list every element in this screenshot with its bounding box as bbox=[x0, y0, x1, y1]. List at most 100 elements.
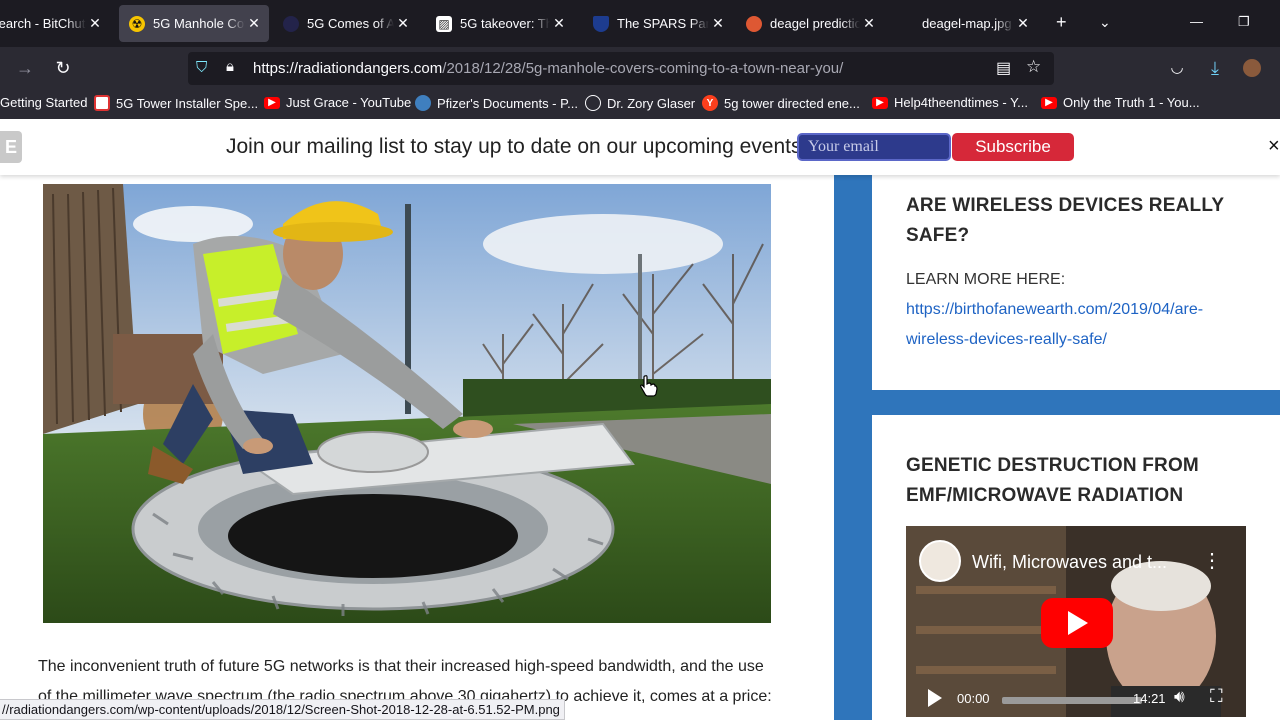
close-tab-icon[interactable]: ✕ bbox=[711, 15, 725, 32]
more-options-icon[interactable]: ⋮ bbox=[1202, 548, 1222, 573]
tab-strip: Search - BitChute ✕ ☢ 5G Manhole Covers … bbox=[0, 0, 1280, 47]
address-bar[interactable]: ⛉ 🔒︎ https://radiationdangers.com/2018/1… bbox=[188, 52, 1054, 85]
birthofanewearth-link[interactable]: https://birthofanewearth.com/2019/04/are… bbox=[906, 295, 1246, 355]
link-line[interactable]: https://birthofanewearth.com/2019/04/are… bbox=[906, 295, 1246, 325]
mailing-list-bar: E Join our mailing list to stay up to da… bbox=[0, 119, 1280, 175]
globe-icon bbox=[585, 95, 601, 111]
play-icon bbox=[1068, 611, 1088, 635]
video-controls: 00:00 14:21 🔊︎ ⛶ bbox=[906, 681, 1246, 717]
forward-icon[interactable]: → bbox=[14, 57, 36, 79]
youtube-video-player[interactable]: Wifi, Microwaves and t... ⋮ 00:00 14:21 … bbox=[906, 526, 1246, 717]
bookmark-label: 5G Tower Installer Spe... bbox=[116, 95, 259, 111]
close-tab-icon[interactable]: ✕ bbox=[1016, 15, 1030, 32]
youtube-icon: ▶ bbox=[264, 96, 280, 109]
widget-title-line: GENETIC DESTRUCTION FROM bbox=[906, 455, 1199, 476]
tab-title: 5G Manhole Covers bbox=[153, 16, 245, 31]
radiation-icon: ☢ bbox=[129, 15, 145, 32]
navigation-toolbar: → ↻ ⛉ 🔒︎ https://radiationdangers.com/20… bbox=[0, 47, 1280, 89]
widget-title: GENETIC DESTRUCTION FROM EMF/MICROWAVE R… bbox=[906, 451, 1199, 511]
learn-more-label: LEARN MORE HERE: bbox=[906, 271, 1066, 288]
tab-5g-comes-of-age[interactable]: 5G Comes of Age ✕ bbox=[279, 5, 416, 42]
tracking-shield-icon[interactable]: ⛉ bbox=[196, 59, 207, 76]
shield-icon bbox=[593, 15, 609, 32]
close-tab-icon[interactable]: ✕ bbox=[247, 15, 261, 32]
fullscreen-icon[interactable]: ⛶ bbox=[1210, 686, 1223, 707]
web-page: E Join our mailing list to stay up to da… bbox=[0, 119, 1280, 720]
duration: 14:21 bbox=[1133, 691, 1166, 706]
bookmark-item[interactable]: ▶ Just Grace - YouTube bbox=[264, 95, 411, 110]
youtube-icon: ▶ bbox=[872, 96, 888, 109]
site-icon bbox=[283, 15, 299, 32]
play-control-icon[interactable] bbox=[928, 689, 942, 707]
tab-bitchute-search[interactable]: Search - BitChute ✕ bbox=[0, 5, 108, 42]
widget-wireless-safety: ARE WIRELESS DEVICES REALLY SAFE? LEARN … bbox=[872, 175, 1280, 390]
url-text[interactable]: https://radiationdangers.com/2018/12/28/… bbox=[253, 60, 843, 77]
reader-view-icon[interactable]: ▤ bbox=[996, 58, 1011, 78]
image-icon: ▨ bbox=[436, 15, 452, 32]
seek-bar[interactable] bbox=[1002, 697, 1142, 704]
widget-title-line: SAFE? bbox=[906, 225, 970, 246]
bookmark-item[interactable]: Dr. Zory Glaser bbox=[585, 95, 695, 111]
account-avatar-icon[interactable] bbox=[1243, 59, 1261, 77]
subscribe-button[interactable]: Subscribe bbox=[952, 133, 1074, 161]
widget-title: ARE WIRELESS DEVICES REALLY SAFE? bbox=[906, 191, 1224, 251]
downloads-icon[interactable]: ⤓ bbox=[1204, 57, 1226, 79]
link-line[interactable]: wireless-devices-really-safe/ bbox=[906, 325, 1246, 355]
close-tab-icon[interactable]: ✕ bbox=[552, 15, 566, 32]
bookmark-item[interactable]: Y 5g tower directed ene... bbox=[702, 95, 860, 111]
manhole-worker-illustration bbox=[43, 184, 771, 623]
yandex-icon: Y bbox=[702, 95, 718, 111]
close-tab-icon[interactable]: ✕ bbox=[88, 15, 102, 32]
reload-icon[interactable]: ↻ bbox=[52, 57, 74, 79]
volume-icon[interactable]: 🔊︎ bbox=[1174, 687, 1185, 707]
widget-title-line: EMF/MICROWAVE RADIATION bbox=[906, 485, 1184, 506]
url-path: /2018/12/28/5g-manhole-covers-coming-to-… bbox=[442, 60, 844, 77]
lock-icon[interactable]: 🔒︎ bbox=[226, 58, 234, 75]
pocket-icon[interactable]: ◡ bbox=[1166, 57, 1188, 79]
bookmark-label: Getting Started bbox=[0, 95, 88, 110]
tab-title: The SPARS Pandemic bbox=[617, 16, 709, 31]
close-tab-icon[interactable]: ✕ bbox=[862, 15, 876, 32]
bookmark-item[interactable]: Pfizer's Documents - P... bbox=[415, 95, 578, 111]
close-icon[interactable]: × bbox=[1268, 135, 1280, 158]
bookmark-star-icon[interactable]: ☆ bbox=[1026, 57, 1041, 77]
bookmark-item[interactable]: 5G Tower Installer Spe... bbox=[94, 95, 258, 111]
url-host: https://radiationdangers.com bbox=[253, 60, 443, 77]
tab-title: Search - BitChute bbox=[0, 16, 86, 31]
tab-spars-pandemic[interactable]: The SPARS Pandemic ✕ bbox=[589, 5, 731, 42]
current-time: 00:00 bbox=[957, 691, 990, 706]
minimize-icon[interactable]: — bbox=[1190, 14, 1203, 29]
tab-5g-takeover[interactable]: ▨ 5G takeover: The ✕ bbox=[432, 5, 572, 42]
bookmark-item[interactable]: Getting Started bbox=[0, 95, 87, 110]
bookmarks-toolbar: Getting Started 5G Tower Installer Spe..… bbox=[0, 89, 1280, 119]
tab-title: 5G Comes of Age bbox=[307, 16, 394, 31]
video-title[interactable]: Wifi, Microwaves and t... bbox=[972, 552, 1167, 573]
tab-title: deagel prediction bbox=[770, 16, 860, 31]
bookmark-label: Just Grace - YouTube bbox=[286, 95, 412, 110]
bookmark-item[interactable]: ▶ Only the Truth 1 - You... bbox=[1041, 95, 1200, 110]
globe-icon bbox=[415, 95, 431, 111]
tab-deagel-prediction[interactable]: deagel prediction ✕ bbox=[742, 5, 882, 42]
tab-title: 5G takeover: The bbox=[460, 16, 550, 31]
tab-deagel-map[interactable]: deagel-map.jpg ✕ bbox=[900, 5, 1036, 42]
email-field[interactable]: Your email bbox=[797, 133, 951, 161]
bookmark-label: Dr. Zory Glaser bbox=[607, 95, 696, 111]
restore-icon[interactable]: ❐ bbox=[1238, 14, 1250, 30]
close-tab-icon[interactable]: ✕ bbox=[396, 15, 410, 32]
article-line: The inconvenient truth of future 5G netw… bbox=[38, 658, 764, 675]
duckduckgo-icon bbox=[746, 15, 762, 32]
widget-title-line: ARE WIRELESS DEVICES REALLY bbox=[906, 195, 1225, 216]
tab-5g-manhole-covers[interactable]: ☢ 5G Manhole Covers ✕ bbox=[119, 5, 269, 42]
bookmark-label: 5g tower directed ene... bbox=[724, 95, 860, 111]
article-image[interactable] bbox=[43, 184, 771, 623]
link-status-bar: //radiationdangers.com/wp-content/upload… bbox=[0, 699, 565, 720]
channel-avatar[interactable] bbox=[919, 540, 961, 582]
widget-genetic-destruction: GENETIC DESTRUCTION FROM EMF/MICROWAVE R… bbox=[872, 415, 1280, 720]
youtube-icon: ▶ bbox=[1041, 96, 1057, 109]
site-logo-icon: E bbox=[0, 131, 22, 163]
new-tab-icon[interactable]: + bbox=[1056, 12, 1067, 32]
bitchute-icon bbox=[94, 95, 110, 111]
play-button[interactable] bbox=[1041, 598, 1113, 648]
list-tabs-chevron-icon[interactable]: ⌄ bbox=[1099, 12, 1111, 32]
bookmark-item[interactable]: ▶ Help4theendtimes - Y... bbox=[872, 95, 1028, 110]
